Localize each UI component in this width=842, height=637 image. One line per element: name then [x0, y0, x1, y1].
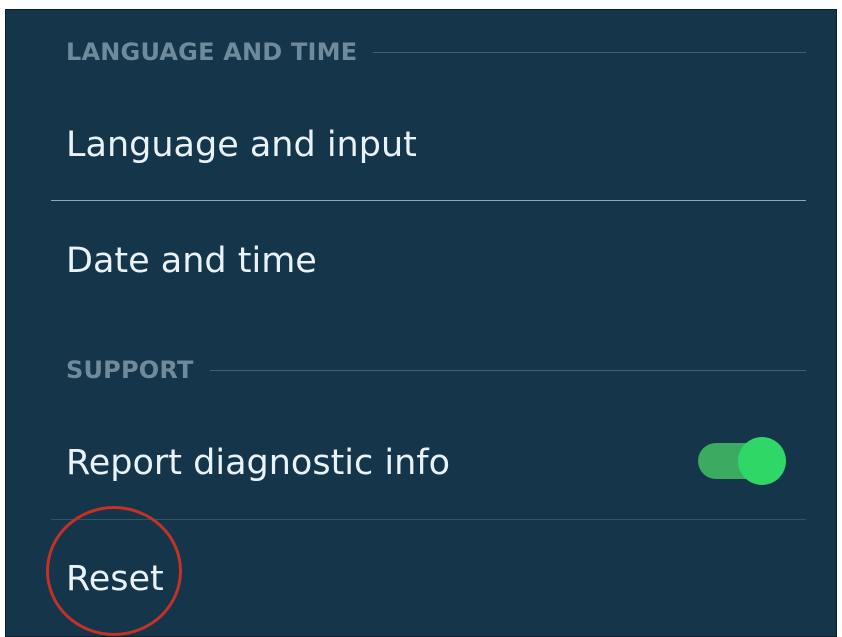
- settings-item-language-and-input[interactable]: Language and input: [66, 120, 806, 170]
- settings-item-label: Date and time: [66, 241, 317, 281]
- section-header-rule: [373, 51, 806, 53]
- section-header-label: LANGUAGE AND TIME: [66, 38, 358, 66]
- settings-item-report-diagnostic-info[interactable]: Report diagnostic info: [66, 438, 806, 488]
- divider: [51, 519, 806, 520]
- settings-screen: LANGUAGE AND TIME Language and input Dat…: [5, 9, 837, 637]
- toggle-knob: [738, 437, 786, 485]
- report-diagnostic-toggle[interactable]: [698, 437, 786, 485]
- section-header-label: SUPPORT: [66, 356, 194, 384]
- section-header-rule: [209, 369, 806, 371]
- settings-item-reset[interactable]: Reset: [66, 554, 806, 604]
- settings-item-label: Language and input: [66, 125, 417, 165]
- settings-item-label: Reset: [66, 559, 164, 599]
- settings-item-label: Report diagnostic info: [66, 443, 451, 483]
- settings-item-date-and-time[interactable]: Date and time: [66, 236, 806, 286]
- section-header-language-and-time: LANGUAGE AND TIME: [66, 38, 806, 66]
- section-header-support: SUPPORT: [66, 356, 806, 384]
- divider: [51, 200, 806, 201]
